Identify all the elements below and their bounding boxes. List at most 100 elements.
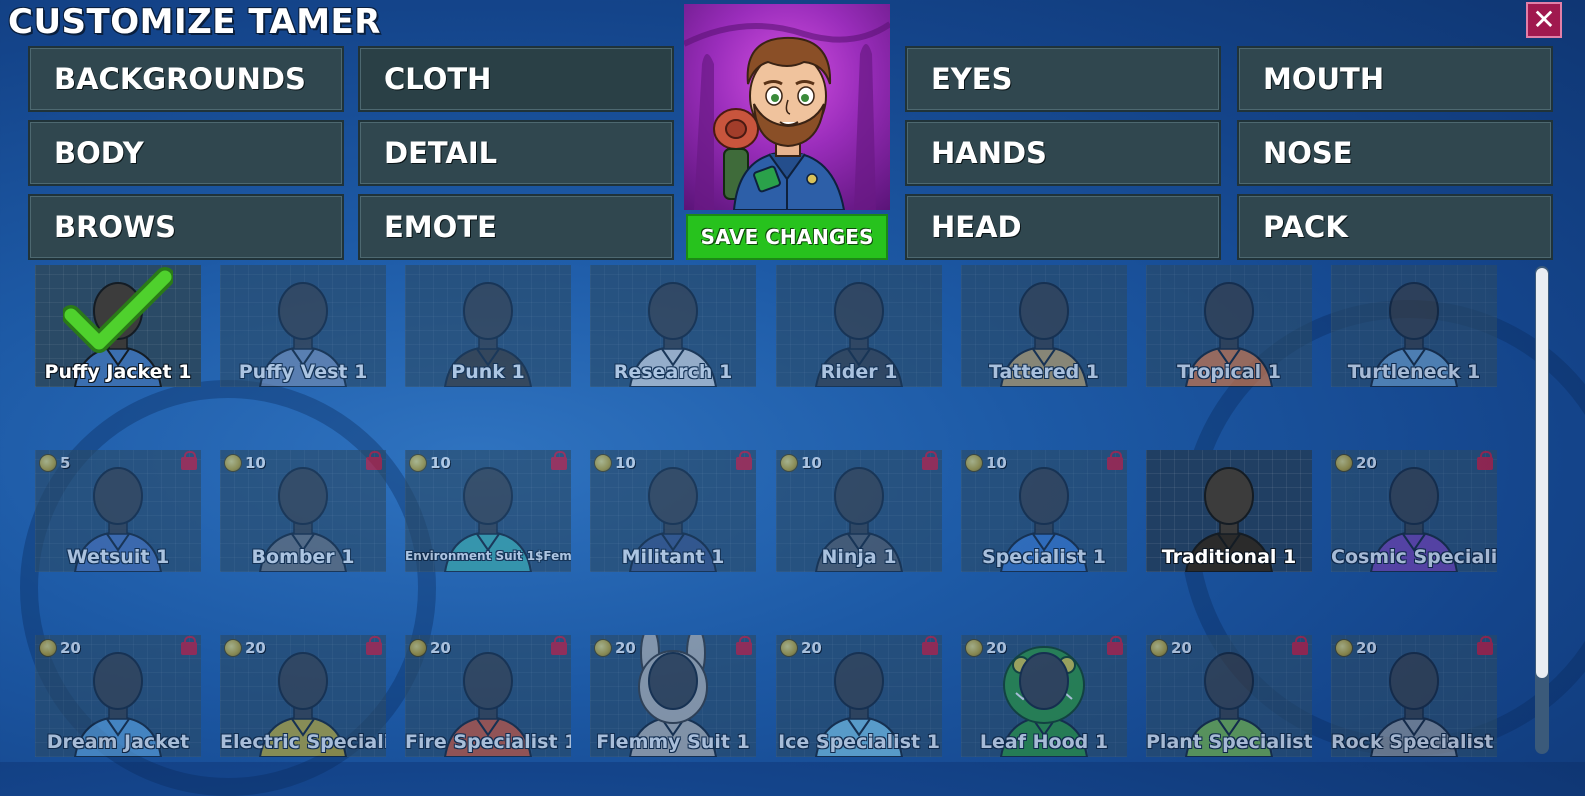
- lock-icon: [366, 451, 382, 470]
- lock-icon: [1292, 636, 1308, 655]
- item-name: Dream Jacket: [46, 731, 190, 753]
- item-price-value: 20: [986, 639, 1007, 657]
- lock-icon: [1107, 636, 1123, 655]
- item-name: Rock Specialist 1: [1331, 731, 1497, 753]
- item-tile[interactable]: 10 Specialist 1: [961, 450, 1127, 572]
- item-name: Flemmy Suit 1: [596, 731, 750, 753]
- item-name: Puffy Jacket 1: [44, 361, 192, 383]
- item-tile[interactable]: 20 Cosmic Specialist 1: [1331, 450, 1497, 572]
- item-name: Plant Specialist 1: [1146, 731, 1312, 753]
- item-price: 20: [965, 639, 1007, 657]
- item-price-value: 20: [1171, 639, 1192, 657]
- item-tile[interactable]: Turtleneck 1: [1331, 265, 1497, 387]
- lock-icon: [551, 451, 567, 470]
- coin-icon: [780, 639, 798, 657]
- item-tile[interactable]: 20 Flemmy Suit 1: [590, 635, 756, 757]
- checkmark-icon: [63, 267, 173, 353]
- coin-icon: [409, 639, 427, 657]
- coin-icon: [1150, 639, 1168, 657]
- item-name: Research 1: [613, 361, 733, 383]
- item-name: Traditional 1: [1161, 546, 1297, 568]
- item-name: Ninja 1: [821, 546, 897, 568]
- item-name: Militant 1: [621, 546, 725, 568]
- item-price-value: 20: [430, 639, 451, 657]
- item-tile[interactable]: 10 Ninja 1: [776, 450, 942, 572]
- item-tile[interactable]: 10 Bomber 1: [220, 450, 386, 572]
- item-name: Punk 1: [451, 361, 525, 383]
- lock-icon: [1477, 451, 1493, 470]
- item-price: 20: [780, 639, 822, 657]
- item-name: Tropical 1: [1177, 361, 1281, 383]
- item-price: 10: [409, 454, 451, 472]
- lock-icon: [922, 451, 938, 470]
- item-price-value: 10: [801, 454, 822, 472]
- item-tile[interactable]: Puffy Jacket 1: [35, 265, 201, 387]
- item-name: Turtleneck 1: [1347, 361, 1481, 383]
- item-name: Bomber 1: [251, 546, 355, 568]
- item-tile[interactable]: Tropical 1: [1146, 265, 1312, 387]
- item-name: Environment Suit 1$Female: [405, 549, 571, 563]
- item-price-value: 20: [801, 639, 822, 657]
- item-price-value: 20: [60, 639, 81, 657]
- lock-icon: [366, 636, 382, 655]
- item-tile[interactable]: 20 Fire Specialist 1: [405, 635, 571, 757]
- item-name: Puffy Vest 1: [238, 361, 368, 383]
- coin-icon: [1335, 639, 1353, 657]
- coin-icon: [224, 639, 242, 657]
- item-tile[interactable]: Traditional 1: [1146, 450, 1312, 572]
- item-price: 5: [39, 454, 70, 472]
- item-tile[interactable]: 20 Ice Specialist 1: [776, 635, 942, 757]
- item-tile[interactable]: 20 Rock Specialist 1: [1331, 635, 1497, 757]
- scrollbar-thumb[interactable]: [1536, 268, 1548, 678]
- item-name: Cosmic Specialist 1: [1331, 546, 1497, 568]
- item-price-value: 10: [986, 454, 1007, 472]
- coin-icon: [224, 454, 242, 472]
- item-tile[interactable]: 20 Plant Specialist 1: [1146, 635, 1312, 757]
- item-name: Tattered 1: [988, 361, 1100, 383]
- coin-icon: [409, 454, 427, 472]
- coin-icon: [39, 639, 57, 657]
- item-name: Ice Specialist 1: [778, 731, 940, 753]
- item-price-value: 20: [615, 639, 636, 657]
- item-tile[interactable]: 20 Dream Jacket: [35, 635, 201, 757]
- item-name: Rider 1: [820, 361, 898, 383]
- item-tile[interactable]: Puffy Vest 1: [220, 265, 386, 387]
- lock-icon: [922, 636, 938, 655]
- item-price: 10: [594, 454, 636, 472]
- item-price-value: 20: [245, 639, 266, 657]
- coin-icon: [594, 639, 612, 657]
- lock-icon: [736, 636, 752, 655]
- item-price-value: 10: [615, 454, 636, 472]
- item-tile[interactable]: Rider 1: [776, 265, 942, 387]
- item-tile[interactable]: Research 1: [590, 265, 756, 387]
- lock-icon: [736, 451, 752, 470]
- coin-icon: [1335, 454, 1353, 472]
- item-price: 20: [1335, 454, 1377, 472]
- lock-icon: [181, 636, 197, 655]
- item-tile[interactable]: 20 Leaf Hood 1: [961, 635, 1127, 757]
- coin-icon: [39, 454, 57, 472]
- item-tile[interactable]: Punk 1: [405, 265, 571, 387]
- item-price: 10: [780, 454, 822, 472]
- item-price-value: 5: [60, 454, 71, 472]
- item-price: 20: [594, 639, 636, 657]
- item-price: 20: [224, 639, 266, 657]
- item-tile[interactable]: 10 Environment Suit 1$Female: [405, 450, 571, 572]
- item-price-value: 10: [245, 454, 266, 472]
- item-tile[interactable]: 20 Electric Specialist 1: [220, 635, 386, 757]
- item-price-value: 20: [1356, 454, 1377, 472]
- coin-icon: [780, 454, 798, 472]
- item-price: 10: [224, 454, 266, 472]
- item-grid: Puffy Jacket 1 Puffy Vest 1 Punk 1 Research…: [0, 0, 1585, 762]
- item-name: Fire Specialist 1: [405, 731, 571, 753]
- coin-icon: [965, 639, 983, 657]
- item-price: 20: [1335, 639, 1377, 657]
- item-tile[interactable]: Tattered 1: [961, 265, 1127, 387]
- item-tile[interactable]: 5 Wetsuit 1: [35, 450, 201, 572]
- item-name: Specialist 1: [981, 546, 1107, 568]
- item-name: Leaf Hood 1: [979, 731, 1109, 753]
- item-price-value: 20: [1356, 639, 1377, 657]
- item-name: Electric Specialist 1: [220, 731, 386, 753]
- lock-icon: [551, 636, 567, 655]
- item-tile[interactable]: 10 Militant 1: [590, 450, 756, 572]
